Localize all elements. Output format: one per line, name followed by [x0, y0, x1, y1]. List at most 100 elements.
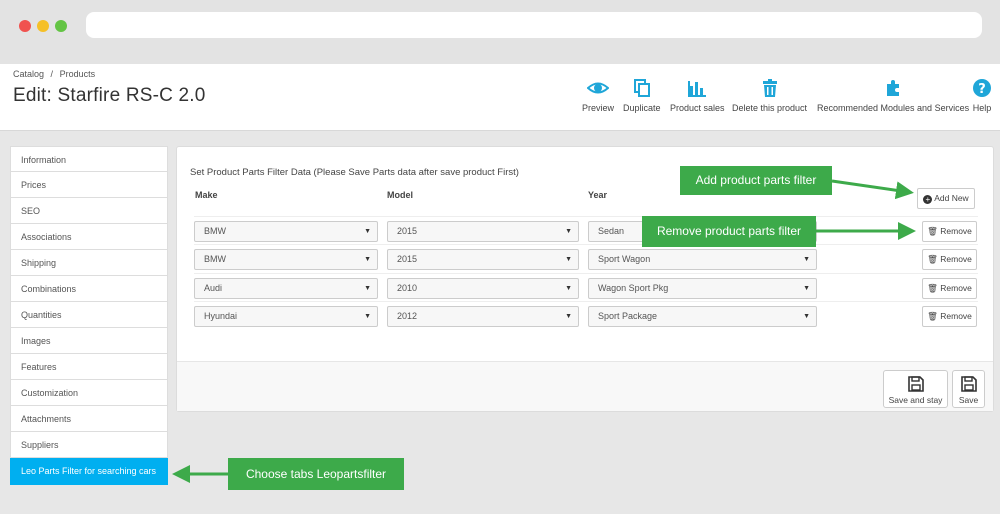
copy-icon — [633, 79, 650, 97]
year-value: Sedan — [598, 226, 625, 236]
table-row: Audi ▼ 2010 ▼ Wagon Sport Pkg ▼ 🗑 Remove — [194, 273, 978, 301]
make-select[interactable]: Hyundai ▼ — [194, 306, 378, 327]
model-value: 2015 — [397, 226, 418, 236]
tab-customization[interactable]: Customization — [10, 380, 168, 406]
remove-label: Remove — [940, 226, 972, 236]
help-icon: ? — [973, 79, 991, 97]
recommended-modules-button[interactable]: Recommended Modules and Services — [817, 78, 969, 113]
tab-information[interactable]: Information — [10, 146, 168, 172]
recommended-modules-label: Recommended Modules and Services — [817, 103, 970, 113]
help-button[interactable]: ? Help — [972, 78, 992, 113]
make-select[interactable]: BMW ▼ — [194, 249, 378, 270]
panel-title: Set Product Parts Filter Data (Please Sa… — [190, 167, 519, 178]
floppy-disk-icon — [907, 376, 924, 392]
tab-combinations[interactable]: Combinations — [10, 276, 168, 302]
make-select[interactable]: BMW ▼ — [194, 221, 378, 242]
save-and-stay-button[interactable]: Save and stay — [883, 370, 948, 408]
tab-features[interactable]: Features — [10, 354, 168, 380]
trash-icon: 🗑 — [927, 283, 938, 293]
model-value: 2012 — [397, 311, 418, 321]
breadcrumb-catalog[interactable]: Catalog — [13, 69, 44, 79]
duplicate-button[interactable]: Duplicate — [623, 78, 661, 113]
save-button[interactable]: Save — [952, 370, 985, 408]
tab-suppliers[interactable]: Suppliers — [10, 432, 168, 458]
breadcrumb: Catalog / Products — [13, 69, 99, 79]
caret-down-icon: ▼ — [565, 228, 572, 235]
tab-attachments[interactable]: Attachments — [10, 406, 168, 432]
remove-label: Remove — [940, 254, 972, 264]
remove-label: Remove — [940, 283, 972, 293]
model-select[interactable]: 2015 ▼ — [387, 221, 579, 242]
remove-button[interactable]: 🗑 Remove — [922, 249, 977, 270]
caret-down-icon: ▼ — [803, 256, 810, 263]
tab-quantities[interactable]: Quantities — [10, 302, 168, 328]
preview-label: Preview — [582, 103, 615, 113]
make-value: BMW — [204, 226, 226, 236]
page-header: Catalog / Products Edit: Starfire RS-C 2… — [0, 64, 1000, 131]
plus-circle-icon: + — [923, 195, 933, 204]
add-new-button[interactable]: + Add New — [917, 188, 975, 209]
duplicate-label: Duplicate — [623, 103, 661, 113]
save-label: Save — [958, 395, 979, 405]
breadcrumb-products[interactable]: Products — [60, 69, 96, 79]
column-header-year: Year — [588, 190, 608, 200]
delete-product-label: Delete this product — [732, 103, 808, 113]
model-select[interactable]: 2010 ▼ — [387, 278, 579, 299]
puzzle-icon — [887, 80, 900, 96]
tab-associations[interactable]: Associations — [10, 224, 168, 250]
model-select[interactable]: 2012 ▼ — [387, 306, 579, 327]
year-select[interactable]: Sport Wagon ▼ — [588, 249, 817, 270]
parts-filter-panel: Set Product Parts Filter Data (Please Sa… — [176, 146, 994, 412]
year-select[interactable]: Sport Package ▼ — [588, 306, 817, 327]
eye-icon — [587, 82, 609, 94]
table-row: BMW ▼ 2015 ▼ Sedan ▼ 🗑 Remove — [194, 216, 978, 244]
trash-icon: 🗑 — [927, 254, 938, 264]
tab-shipping[interactable]: Shipping — [10, 250, 168, 276]
callout-tabs: Choose tabs Leopartsfilter — [228, 458, 404, 490]
model-select[interactable]: 2015 ▼ — [387, 249, 579, 270]
trash-icon: 🗑 — [927, 226, 938, 236]
product-sales-label: Product sales — [670, 103, 725, 113]
svg-text:?: ? — [978, 82, 986, 97]
callout-add: Add product parts filter — [680, 166, 832, 195]
remove-button[interactable]: 🗑 Remove — [922, 221, 977, 242]
trash-icon: 🗑 — [927, 311, 938, 321]
delete-product-button[interactable]: Delete this product — [732, 78, 807, 113]
remove-button[interactable]: 🗑 Remove — [922, 306, 977, 327]
tab-leo-parts-filter[interactable]: Leo Parts Filter for searching cars — [10, 458, 168, 485]
year-select[interactable]: Wagon Sport Pkg ▼ — [588, 278, 817, 299]
make-select[interactable]: Audi ▼ — [194, 278, 378, 299]
tab-images[interactable]: Images — [10, 328, 168, 354]
browser-chrome — [0, 0, 1000, 64]
column-header-make: Make — [195, 190, 218, 200]
make-value: BMW — [204, 254, 226, 264]
window-close-dot[interactable] — [19, 20, 31, 32]
tab-prices[interactable]: Prices — [10, 172, 168, 198]
year-value: Sport Wagon — [598, 254, 651, 264]
tab-seo[interactable]: SEO — [10, 198, 168, 224]
caret-down-icon: ▼ — [803, 285, 810, 292]
window-maximize-dot[interactable] — [55, 20, 67, 32]
remove-button[interactable]: 🗑 Remove — [922, 278, 977, 299]
preview-button[interactable]: Preview — [582, 78, 614, 113]
model-value: 2010 — [397, 283, 418, 293]
caret-down-icon: ▼ — [565, 285, 572, 292]
product-sales-button[interactable]: Product sales — [670, 78, 725, 113]
column-header-model: Model — [387, 190, 413, 200]
add-new-label: Add New — [934, 193, 969, 203]
floppy-disk-icon — [960, 376, 977, 392]
trash-icon — [762, 79, 777, 97]
address-bar[interactable] — [86, 12, 982, 38]
year-value: Sport Package — [598, 311, 658, 321]
caret-down-icon: ▼ — [803, 313, 810, 320]
table-row: Hyundai ▼ 2012 ▼ Sport Package ▼ 🗑 Remove — [194, 301, 978, 329]
help-label: Help — [972, 103, 992, 113]
callout-remove: Remove product parts filter — [642, 216, 816, 247]
table-row: BMW ▼ 2015 ▼ Sport Wagon ▼ 🗑 Remove — [194, 244, 978, 272]
remove-label: Remove — [940, 311, 972, 321]
caret-down-icon: ▼ — [364, 256, 371, 263]
make-value: Audi — [204, 283, 223, 293]
bar-chart-icon — [688, 81, 707, 97]
window-minimize-dot[interactable] — [37, 20, 49, 32]
year-value: Wagon Sport Pkg — [598, 283, 669, 293]
